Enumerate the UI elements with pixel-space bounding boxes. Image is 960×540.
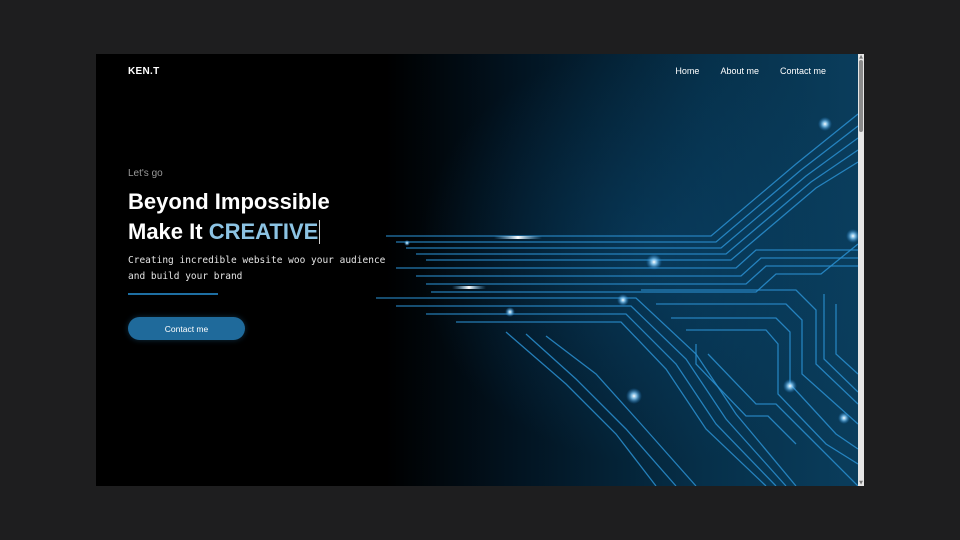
top-navigation: KEN.T Home About me Contact me [96,54,858,94]
hero-eyebrow: Let's go [128,168,163,179]
headline-line-1: Beyond Impossible [128,189,330,214]
contact-me-button[interactable]: Contact me [128,317,245,340]
headline-prefix: Make It [128,219,203,244]
scrollbar-thumb[interactable] [859,60,863,132]
headline-accent-word: CREATIVE [208,219,319,244]
browser-viewport: KEN.T Home About me Contact me Let's go … [96,54,864,486]
subtext-line-1: Creating incredible website woo your aud… [128,255,386,266]
hero-content: Let's go Beyond Impossible Make It CREAT… [128,168,385,295]
nav-links: Home About me Contact me [675,66,826,76]
site-logo[interactable]: KEN.T [128,66,160,77]
nav-link-home[interactable]: Home [675,66,699,76]
nav-link-about-me[interactable]: About me [720,66,759,76]
triangle-down-icon[interactable]: ▼ [858,480,864,486]
typing-caret [319,220,321,244]
hero-headline: Beyond Impossible Make It CREATIVE [128,187,385,247]
subtext-underline [128,293,218,295]
headline-line-2: Make It CREATIVE [128,217,385,247]
subtext-line-2: and build your brand [128,271,243,282]
nav-link-contact-me[interactable]: Contact me [780,66,826,76]
hero-subtext: Creating incredible website woo your aud… [128,253,385,285]
vertical-scrollbar[interactable]: ▲ ▼ [858,54,864,486]
